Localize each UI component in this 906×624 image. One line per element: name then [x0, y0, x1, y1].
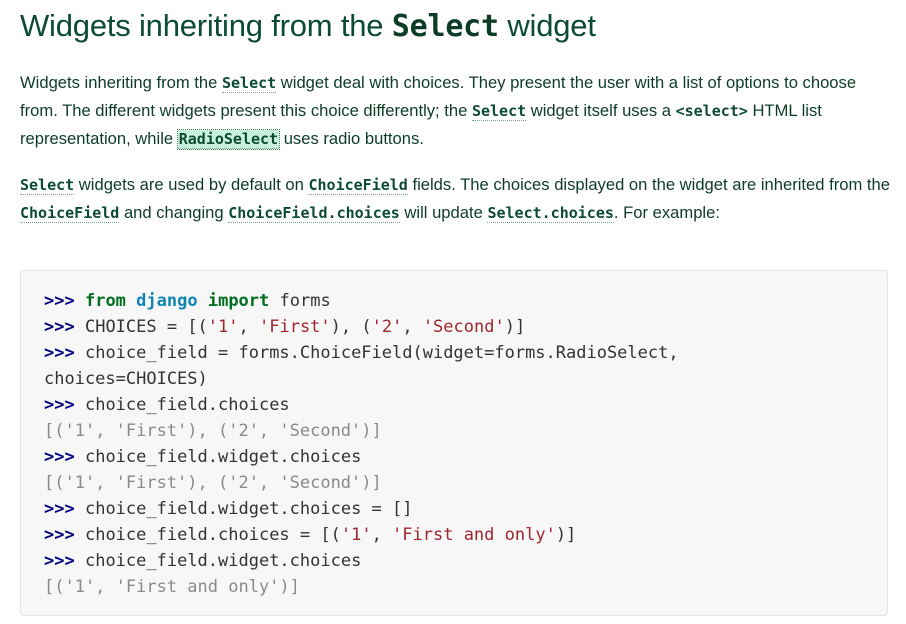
para2-text-4: will update — [399, 203, 488, 222]
select-link[interactable]: Select — [471, 102, 527, 121]
code-prompt: >>> — [44, 317, 75, 337]
code-line: >>> choice_field.choices — [44, 392, 679, 418]
select-link[interactable]: Select — [20, 176, 75, 195]
code-text: , — [238, 317, 259, 337]
code-keyword: import — [207, 291, 270, 311]
code-example-block: >>> from django import forms >>> CHOICES … — [20, 270, 888, 616]
code-line: >>> choice_field.widget.choices — [44, 548, 679, 574]
heading-prefix: Widgets inheriting from the — [20, 8, 392, 43]
code-text: choices=CHOICES) — [44, 369, 208, 389]
code-output: [('1', 'First and only')] — [44, 577, 300, 597]
paragraph-select-defaults: Select widgets are used by default on Ch… — [20, 171, 890, 227]
code-output-line: [('1', 'First'), ('2', 'Second')] — [44, 418, 679, 444]
code-string: '1' — [340, 525, 372, 545]
code-keyword: from — [84, 291, 126, 311]
para1-text-3: widget itself uses a — [526, 101, 676, 120]
choicefield-link[interactable]: ChoiceField — [20, 204, 120, 223]
code-prompt: >>> — [44, 551, 75, 571]
code-string: 'First' — [259, 317, 331, 337]
code-line: >>> from django import forms — [44, 288, 679, 314]
code-line: >>> choice_field = forms.ChoiceField(wid… — [44, 340, 679, 366]
code-line: >>> choice_field.widget.choices — [44, 444, 679, 470]
code-text: choice_field.choices — [84, 395, 290, 415]
radioselect-link[interactable]: RadioSelect — [176, 129, 281, 150]
code-text: , — [402, 317, 423, 337]
code-text: choice_field.choices = [( — [84, 525, 341, 545]
code-output: [('1', 'First'), ('2', 'Second')] — [44, 473, 382, 493]
select-link[interactable]: Select — [221, 74, 277, 93]
code-text: choice_field.widget.choices — [84, 447, 362, 467]
code-text: )] — [504, 317, 526, 337]
code-text: choice_field.widget.choices = [] — [84, 499, 413, 519]
code-output: [('1', 'First'), ('2', 'Second')] — [44, 421, 382, 441]
code-prompt: >>> — [44, 343, 75, 363]
para1-text-5: uses radio buttons. — [279, 129, 424, 148]
page-content: Widgets inheriting from the Select widge… — [20, 0, 890, 616]
code-text: choice_field = forms.ChoiceField(widget=… — [84, 343, 679, 363]
paragraph-widgets-intro: Widgets inheriting from the Select widge… — [20, 69, 890, 153]
code-output-line: [('1', 'First'), ('2', 'Second')] — [44, 470, 679, 496]
code-text: ), ( — [330, 317, 372, 337]
code-prompt: >>> — [44, 447, 75, 467]
section-heading: Widgets inheriting from the Select widge… — [20, 0, 890, 47]
code-text: )] — [555, 525, 577, 545]
code-string: '2' — [371, 317, 403, 337]
code-text: choice_field.widget.choices — [84, 551, 362, 571]
code-text: forms — [279, 291, 331, 311]
code-prompt: >>> — [44, 499, 75, 519]
code-module: django — [136, 291, 198, 311]
choicefield-choices-link[interactable]: ChoiceField.choices — [228, 204, 400, 223]
code-string: 'First and only' — [392, 525, 556, 545]
choicefield-link[interactable]: ChoiceField — [308, 176, 408, 195]
code-text: CHOICES = [( — [84, 317, 208, 337]
heading-code-select: Select — [391, 9, 499, 44]
code-prompt: >>> — [44, 291, 75, 311]
code-string: '1' — [207, 317, 239, 337]
para2-text-3: and changing — [119, 203, 229, 222]
select-choices-link[interactable]: Select.choices — [487, 204, 614, 223]
code-output-line: [('1', 'First and only')] — [44, 574, 679, 600]
code-example: >>> from django import forms >>> CHOICES … — [44, 288, 679, 600]
select-tag-literal: <select> — [675, 102, 748, 120]
code-prompt: >>> — [44, 525, 75, 545]
code-text: , — [371, 525, 393, 545]
code-line: >>> choice_field.widget.choices = [] — [44, 496, 679, 522]
para1-text-1: Widgets inheriting from the — [20, 73, 222, 92]
code-string: 'Second' — [422, 317, 505, 337]
code-prompt: >>> — [44, 395, 75, 415]
code-line: >>> CHOICES = [('1', 'First'), ('2', 'Se… — [44, 314, 679, 340]
para2-text-1: widgets are used by default on — [74, 175, 309, 194]
code-line: choices=CHOICES) — [44, 366, 679, 392]
para2-text-5: . For example: — [613, 203, 720, 222]
para2-text-2: fields. The choices displayed on the wid… — [407, 175, 890, 194]
code-line: >>> choice_field.choices = [('1', 'First… — [44, 522, 679, 548]
heading-suffix: widget — [498, 8, 596, 43]
